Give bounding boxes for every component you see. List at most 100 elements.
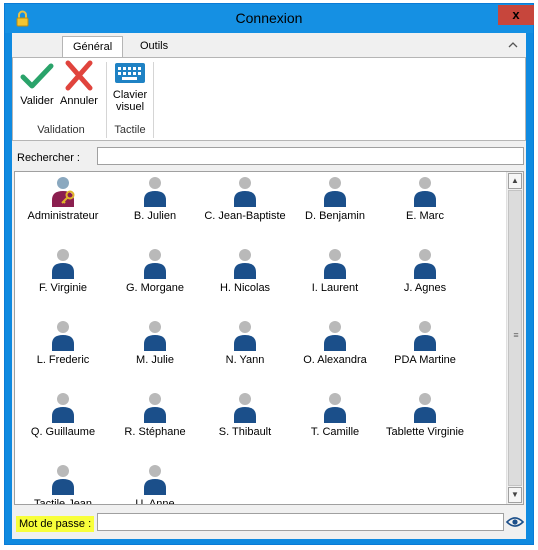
ribbon-tabs: Général Outils <box>12 33 526 57</box>
user-tile[interactable]: G. Morgane <box>107 248 203 294</box>
group-separator <box>153 62 154 138</box>
user-tile[interactable]: E. Marc <box>377 176 473 222</box>
user-avatar-icon <box>144 249 166 279</box>
validate-label: Valider <box>20 95 54 107</box>
user-avatar-icon <box>234 249 256 279</box>
user-name: Administrateur <box>27 210 99 222</box>
user-name: PDA Martine <box>394 354 456 366</box>
user-tile[interactable]: Q. Guillaume <box>15 392 111 438</box>
search-input[interactable] <box>97 147 524 165</box>
user-tile[interactable]: Tablette Virginie <box>377 392 473 438</box>
user-tile[interactable]: B. Julien <box>107 176 203 222</box>
user-avatar-icon <box>144 465 166 495</box>
cross-icon <box>65 60 93 91</box>
user-tile[interactable]: F. Virginie <box>15 248 111 294</box>
user-avatar-icon <box>144 393 166 423</box>
close-button[interactable]: x <box>498 5 534 25</box>
scroll-thumb[interactable]: ≡ <box>508 190 522 486</box>
scroll-up-button[interactable]: ▲ <box>508 173 522 189</box>
window-title: Connexion <box>235 10 303 26</box>
admin-avatar-icon <box>52 177 75 207</box>
group-label-tactile: Tactile <box>114 124 146 136</box>
user-avatar-icon <box>52 465 74 495</box>
user-avatar-icon <box>52 393 74 423</box>
user-avatar-icon <box>234 321 256 351</box>
user-avatar-icon <box>414 249 436 279</box>
user-name: I. Laurent <box>311 282 359 294</box>
user-avatar-icon <box>234 393 256 423</box>
user-tile[interactable]: U. Anne <box>107 464 203 505</box>
user-tile[interactable]: M. Julie <box>107 320 203 366</box>
user-name: J. Agnes <box>403 282 447 294</box>
user-tile[interactable]: R. Stéphane <box>107 392 203 438</box>
user-tile[interactable]: T. Camille <box>287 392 383 438</box>
keyboard-icon <box>115 63 145 83</box>
user-avatar-icon <box>414 321 436 351</box>
user-name: L. Frederic <box>36 354 90 366</box>
user-name: E. Marc <box>406 210 444 222</box>
user-avatar-icon <box>144 177 166 207</box>
user-avatar-icon <box>414 177 436 207</box>
check-icon <box>20 63 54 89</box>
user-name: D. Benjamin <box>305 210 365 222</box>
search-label: Rechercher : <box>17 152 80 164</box>
cancel-button[interactable]: Annuler <box>58 60 100 107</box>
virtual-keyboard-button[interactable]: Clavier visuel <box>108 60 152 113</box>
user-name: B. Julien <box>133 210 177 222</box>
user-name: T. Camille <box>310 426 360 438</box>
user-name: M. Julie <box>136 354 174 366</box>
user-name: S. Thibault <box>218 426 272 438</box>
user-tile[interactable]: Administrateur <box>15 176 111 222</box>
user-avatar-icon <box>52 321 74 351</box>
user-tile[interactable]: N. Yann <box>197 320 293 366</box>
user-avatar-icon <box>324 249 346 279</box>
tab-outils[interactable]: Outils <box>130 36 178 57</box>
group-separator <box>106 62 107 138</box>
vertical-scrollbar[interactable]: ▲ ≡ ▼ <box>506 172 523 504</box>
user-name: R. Stéphane <box>124 426 186 438</box>
user-name: Tablette Virginie <box>385 426 465 438</box>
user-tile[interactable]: D. Benjamin <box>287 176 383 222</box>
user-name: O. Alexandra <box>303 354 367 366</box>
user-name: U. Anne <box>135 498 175 505</box>
scroll-down-button[interactable]: ▼ <box>508 487 522 503</box>
password-input[interactable] <box>97 513 504 531</box>
user-avatar-icon <box>324 393 346 423</box>
user-avatar-icon <box>324 177 346 207</box>
user-name: Tactile Jean <box>33 498 93 505</box>
user-tile[interactable]: O. Alexandra <box>287 320 383 366</box>
ribbon: Valider Annuler Validation Clavier visue… <box>12 57 526 141</box>
validate-button[interactable]: Valider <box>17 60 57 107</box>
user-tile[interactable]: J. Agnes <box>377 248 473 294</box>
user-avatar-icon <box>144 321 166 351</box>
chevron-up-icon[interactable] <box>508 40 518 50</box>
user-tile[interactable]: I. Laurent <box>287 248 383 294</box>
user-list: ▲ ≡ ▼ Administrateur B. Julien C. Jean-Bap… <box>14 171 524 505</box>
user-avatar-icon <box>414 393 436 423</box>
eye-icon[interactable] <box>505 513 525 531</box>
user-name: G. Morgane <box>125 282 185 294</box>
title-bar[interactable]: Connexion x <box>5 4 534 33</box>
group-label-validation: Validation <box>37 124 85 136</box>
user-name: N. Yann <box>225 354 265 366</box>
password-label: Mot de passe : <box>16 516 95 532</box>
cancel-label: Annuler <box>60 95 98 107</box>
user-avatar-icon <box>234 177 256 207</box>
user-name: C. Jean-Baptiste <box>204 210 286 222</box>
user-name: H. Nicolas <box>219 282 271 294</box>
user-tile[interactable]: Tactile Jean <box>15 464 111 505</box>
user-tile[interactable]: PDA Martine <box>377 320 473 366</box>
user-tile[interactable]: S. Thibault <box>197 392 293 438</box>
user-name: Q. Guillaume <box>30 426 96 438</box>
user-tile[interactable]: C. Jean-Baptiste <box>197 176 293 222</box>
user-name: F. Virginie <box>38 282 88 294</box>
user-tile[interactable]: L. Frederic <box>15 320 111 366</box>
user-tile[interactable]: H. Nicolas <box>197 248 293 294</box>
window-content: Général Outils Valider Annuler Validatio… <box>12 33 526 539</box>
keyboard-label-line2: visuel <box>115 101 145 113</box>
login-window: Connexion x Général Outils Valider Annul… <box>4 3 534 545</box>
user-avatar-icon <box>324 321 346 351</box>
user-avatar-icon <box>52 249 74 279</box>
tab-general[interactable]: Général <box>62 36 124 57</box>
keyboard-label-line1: Clavier <box>112 89 148 101</box>
